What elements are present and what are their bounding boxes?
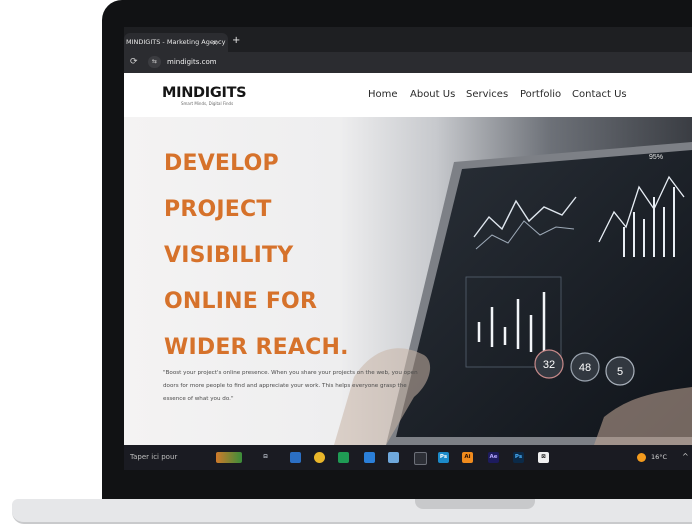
- website: MINDIGITS Smart Minds, Digital Finds Hom…: [124, 73, 692, 445]
- taskbar-search[interactable]: Taper ici pour: [130, 451, 177, 463]
- windows-taskbar: Taper ici pour ⊟ Ps Ai Ae Ps ⊠ 16°C ^: [124, 445, 692, 470]
- illustrator-icon[interactable]: Ai: [462, 452, 473, 463]
- hero-section: 32 48 5 95% DEVELOP PROJECT VISIBILITY O…: [124, 117, 692, 445]
- hero-headline-line-4: ONLINE FOR: [164, 289, 318, 314]
- nav-home[interactable]: Home: [368, 88, 398, 101]
- browser-tab-bar: MINDIGITS - Marketing Agency × +: [124, 27, 692, 52]
- edge-icon[interactable]: [290, 452, 301, 463]
- hero-headline-line-3: VISIBILITY: [164, 243, 294, 268]
- weather-icon: [637, 453, 646, 462]
- laptop-base: [12, 499, 692, 524]
- capcut-icon[interactable]: ⊠: [538, 452, 549, 463]
- indicator-5: 5: [617, 366, 623, 378]
- reload-icon[interactable]: ⟳: [130, 56, 138, 68]
- file-explorer-icon[interactable]: [388, 452, 399, 463]
- task-view-icon[interactable]: ⊟: [260, 452, 271, 463]
- chevron-up-icon[interactable]: ^: [682, 451, 689, 463]
- hero-description: "Boost your project's online presence. W…: [163, 370, 418, 402]
- site-tagline: Smart Minds, Digital Finds: [181, 101, 234, 106]
- photoshop-blue-icon[interactable]: Ps: [438, 452, 449, 463]
- weather-temperature[interactable]: 16°C: [651, 452, 667, 463]
- nav-portfolio[interactable]: Portfolio: [520, 88, 561, 101]
- photoshop-icon[interactable]: Ps: [513, 452, 524, 463]
- hero-headline-line-2: PROJECT: [164, 197, 272, 222]
- sheets-icon[interactable]: [338, 452, 349, 463]
- hero-headline-line-1: DEVELOP: [164, 151, 279, 176]
- site-logo[interactable]: MINDIGITS: [162, 85, 247, 101]
- hero-headline-line-5: WIDER REACH.: [164, 335, 349, 360]
- mail-icon[interactable]: [364, 452, 375, 463]
- site-info-icon[interactable]: ⇆: [148, 56, 161, 68]
- url-field[interactable]: mindigits.com: [167, 57, 217, 68]
- chrome-icon[interactable]: [314, 452, 325, 463]
- browser-tab[interactable]: MINDIGITS - Marketing Agency ×: [124, 33, 228, 52]
- new-tab-button[interactable]: +: [232, 35, 240, 47]
- tab-title: MINDIGITS - Marketing Agency: [126, 38, 226, 46]
- laptop-screen: MINDIGITS - Marketing Agency × + ⟳ ⇆ min…: [124, 27, 692, 470]
- close-tab-icon[interactable]: ×: [212, 38, 218, 48]
- indicator-48: 48: [579, 362, 591, 374]
- terminal-icon[interactable]: [414, 452, 427, 465]
- village-widget-icon[interactable]: [216, 452, 242, 463]
- site-navbar: MINDIGITS Smart Minds, Digital Finds Hom…: [124, 73, 692, 117]
- overlay-percent: 95%: [649, 154, 663, 161]
- nav-services[interactable]: Services: [466, 88, 508, 101]
- laptop-notch: [415, 499, 535, 509]
- nav-contact-us[interactable]: Contact Us: [572, 88, 627, 101]
- indicator-32: 32: [543, 359, 555, 371]
- after-effects-icon[interactable]: Ae: [488, 452, 499, 463]
- address-bar: ⟳ ⇆ mindigits.com: [124, 52, 692, 73]
- nav-about-us[interactable]: About Us: [410, 88, 455, 101]
